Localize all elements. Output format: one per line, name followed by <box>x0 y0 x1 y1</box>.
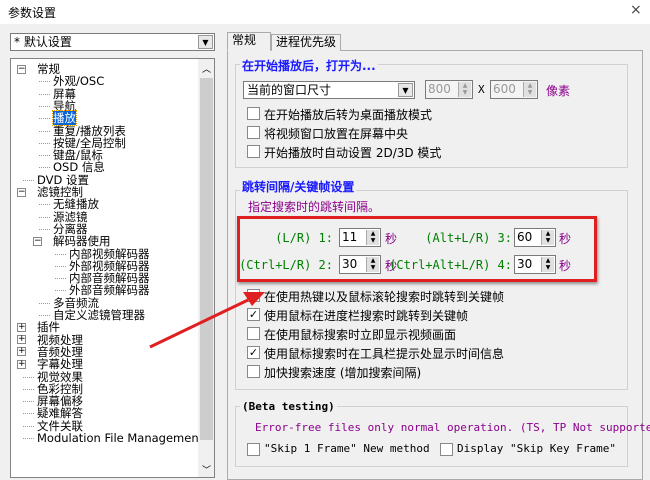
arrow-head <box>243 292 265 306</box>
annotation-arrow <box>149 292 265 349</box>
tab-general[interactable]: 常规 <box>227 32 271 51</box>
